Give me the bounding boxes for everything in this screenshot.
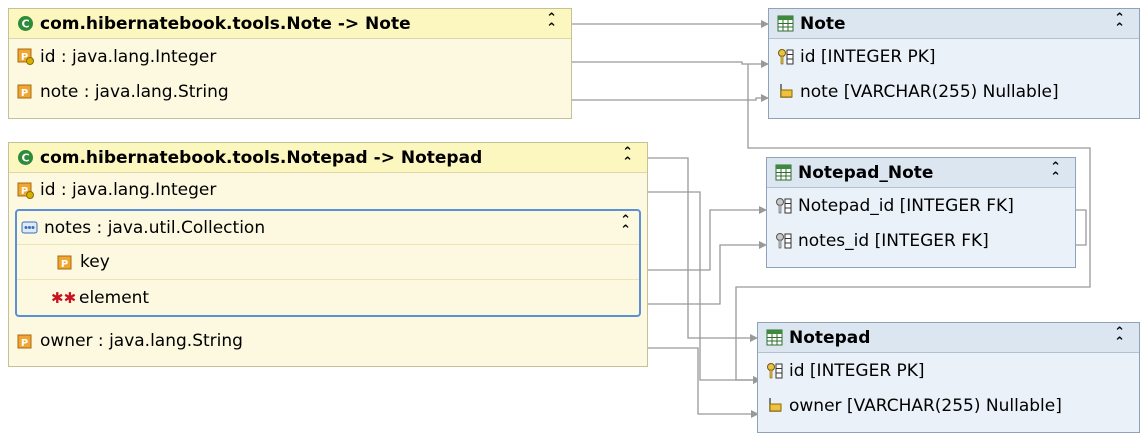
field-label: id : java.lang.Integer xyxy=(40,180,217,200)
class-icon: C xyxy=(18,150,33,165)
collection-item-label: key xyxy=(80,252,110,272)
collection-item-element[interactable]: ✱✱ element xyxy=(17,280,639,315)
property-key-icon: P xyxy=(17,182,34,199)
class-note-field-note[interactable]: P note : java.lang.String xyxy=(9,74,571,109)
table-icon xyxy=(775,164,792,181)
table-notepad-column-id[interactable]: id [INTEGER PK] xyxy=(758,353,1139,388)
column-label: id [INTEGER PK] xyxy=(789,360,925,381)
class-note-field-id[interactable]: P id : java.lang.Integer xyxy=(9,39,571,74)
table-notepad-note-column-notes-id[interactable]: notes_id [INTEGER FK] xyxy=(767,223,1075,258)
class-notepad-field-id[interactable]: P id : java.lang.Integer xyxy=(9,173,647,207)
property-icon: P xyxy=(17,334,32,349)
table-notepad-title: Notepad xyxy=(789,327,871,348)
svg-text:C: C xyxy=(21,18,29,31)
table-note[interactable]: Note ⌃ ⌃ id [INTEGER PK] note [VARCHAR(25… xyxy=(768,8,1140,119)
table-notepad-note[interactable]: Notepad_Note ⌃ ⌃ Notepad_id [INTEGER FK] … xyxy=(766,157,1076,268)
column-icon xyxy=(780,84,793,98)
collection-label: notes : java.util.Collection xyxy=(44,217,266,238)
connector-owner xyxy=(648,347,759,418)
connector-note-id xyxy=(572,60,769,68)
collection-icon xyxy=(21,221,38,234)
column-icon xyxy=(769,398,782,412)
table-notepad-column-owner[interactable]: owner [VARCHAR(255) Nullable] xyxy=(758,388,1139,423)
table-icon xyxy=(766,329,783,346)
field-label: note : java.lang.String xyxy=(40,81,229,102)
foreign-key-icon xyxy=(776,233,792,249)
class-notepad-header[interactable]: C com.hibernatebook.tools.Notepad -> Not… xyxy=(9,143,647,173)
connector-notepad-class-table xyxy=(648,157,758,342)
column-label: note [VARCHAR(255) Nullable] xyxy=(800,81,1059,102)
class-note-title: com.hibernatebook.tools.Note -> Note xyxy=(40,13,411,34)
collection-notes[interactable]: notes : java.util.Collection ⌃ ⌃ P key ✱✱… xyxy=(15,209,641,317)
collapse-icon[interactable]: ⌃ ⌃ xyxy=(622,146,633,169)
field-label: owner : java.lang.String xyxy=(40,331,243,351)
column-label: id [INTEGER PK] xyxy=(800,46,936,67)
svg-text:P: P xyxy=(61,259,68,270)
column-label: owner [VARCHAR(255) Nullable] xyxy=(789,395,1062,416)
table-notepad-note-column-notepad-id[interactable]: Notepad_id [INTEGER FK] xyxy=(767,188,1075,223)
class-note-header[interactable]: C com.hibernatebook.tools.Note -> Note ⌃… xyxy=(9,9,571,39)
class-icon: C xyxy=(18,16,33,31)
collection-item-key[interactable]: P key xyxy=(17,245,639,280)
table-notepad[interactable]: Notepad ⌃ ⌃ id [INTEGER PK] owner [VARCHA… xyxy=(757,322,1140,433)
property-icon: P xyxy=(57,255,72,270)
table-note-column-note[interactable]: note [VARCHAR(255) Nullable] xyxy=(769,74,1139,109)
connector-key xyxy=(648,206,767,271)
foreign-key-icon xyxy=(776,198,792,214)
collapse-icon[interactable]: ⌃ ⌃ xyxy=(1050,161,1061,184)
collapse-icon[interactable]: ⌃ ⌃ xyxy=(546,12,557,35)
collection-item-label: element xyxy=(79,287,150,308)
connector-note-note xyxy=(572,94,769,102)
table-note-header[interactable]: Note ⌃ ⌃ xyxy=(769,9,1139,39)
primary-key-icon xyxy=(767,363,783,379)
class-notepad[interactable]: C com.hibernatebook.tools.Notepad -> Not… xyxy=(8,142,648,367)
class-note[interactable]: C com.hibernatebook.tools.Note -> Note ⌃… xyxy=(8,8,572,119)
svg-text:✱✱: ✱✱ xyxy=(51,289,76,306)
table-notepad-header[interactable]: Notepad ⌃ ⌃ xyxy=(758,323,1139,353)
table-notepad-note-title: Notepad_Note xyxy=(798,162,934,183)
table-note-column-id[interactable]: id [INTEGER PK] xyxy=(769,39,1139,74)
svg-text:P: P xyxy=(21,88,28,99)
collapse-icon[interactable]: ⌃ ⌃ xyxy=(1114,326,1125,349)
class-notepad-field-owner[interactable]: P owner : java.lang.String xyxy=(9,323,647,359)
class-notepad-title: com.hibernatebook.tools.Notepad -> Notep… xyxy=(40,147,483,168)
primary-key-icon xyxy=(778,49,794,65)
connector-element xyxy=(648,241,767,305)
collapse-icon[interactable]: ⌃ ⌃ xyxy=(1114,12,1125,35)
svg-text:P: P xyxy=(21,338,28,349)
many-to-many-icon: ✱✱ xyxy=(51,289,76,306)
property-key-icon: P xyxy=(17,48,34,65)
table-notepad-note-header[interactable]: Notepad_Note ⌃ ⌃ xyxy=(767,158,1075,188)
table-note-title: Note xyxy=(800,13,846,34)
field-label: id : java.lang.Integer xyxy=(40,46,217,67)
svg-text:C: C xyxy=(21,152,29,165)
property-icon: P xyxy=(17,84,32,99)
connector-notepad-note-fk xyxy=(1076,209,1087,246)
table-icon xyxy=(777,15,794,32)
column-label: notes_id [INTEGER FK] xyxy=(798,230,989,251)
connector-notepad-id xyxy=(648,191,761,384)
column-label: Notepad_id [INTEGER FK] xyxy=(798,195,1014,216)
collection-notes-header[interactable]: notes : java.util.Collection ⌃ ⌃ xyxy=(17,211,639,245)
collapse-icon[interactable]: ⌃ ⌃ xyxy=(620,214,631,237)
